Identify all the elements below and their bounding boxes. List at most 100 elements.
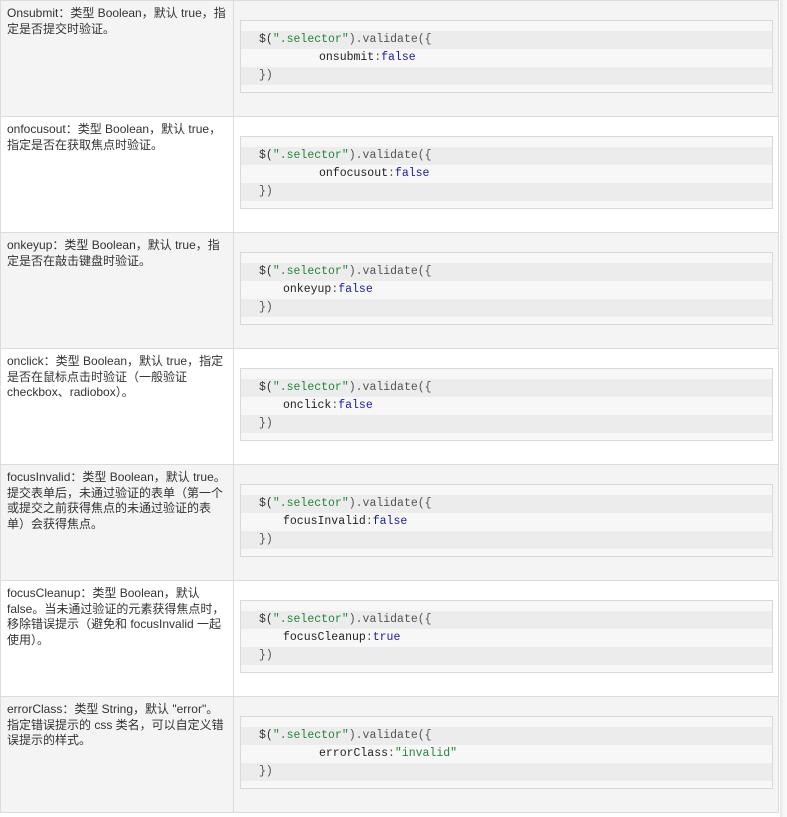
code-line: $(".selector").validate({ bbox=[241, 263, 772, 281]
code-dollar: $( bbox=[259, 729, 273, 742]
code-option-value: false bbox=[372, 515, 408, 528]
option-description: errorClass：类型 String，默认 "error"。指定错误提示的 … bbox=[7, 702, 224, 747]
code-cell: $(".selector").validate({ focusInvalid:f… bbox=[233, 464, 779, 581]
code-colon: : bbox=[388, 747, 395, 760]
description-cell: errorClass：类型 String，默认 "error"。指定错误提示的 … bbox=[0, 696, 234, 813]
code-close: }) bbox=[259, 533, 273, 546]
code-validate-call: ).validate({ bbox=[348, 729, 432, 742]
description-cell: onfocusout：类型 Boolean，默认 true，指定是否在获取焦点时… bbox=[0, 116, 234, 233]
code-close: }) bbox=[259, 649, 273, 662]
code-validate-call: ).validate({ bbox=[348, 149, 432, 162]
option-description: focusCleanup：类型 Boolean，默认 false。当未通过验证的… bbox=[7, 586, 225, 647]
code-colon: : bbox=[365, 515, 373, 528]
code-cell: $(".selector").validate({ onclick:false … bbox=[233, 348, 779, 465]
code-line: onfocusout:false bbox=[241, 165, 772, 183]
code-dollar: $( bbox=[259, 265, 273, 278]
code-close: }) bbox=[259, 765, 273, 778]
code-line: }) bbox=[241, 299, 772, 317]
code-validate-call: ).validate({ bbox=[348, 265, 432, 278]
code-block: $(".selector").validate({ focusInvalid:f… bbox=[240, 484, 773, 557]
code-line: $(".selector").validate({ bbox=[241, 379, 772, 397]
code-option-key: focusInvalid bbox=[283, 515, 366, 528]
code-colon: : bbox=[388, 167, 395, 180]
code-block: $(".selector").validate({ errorClass:"in… bbox=[240, 716, 773, 789]
code-line: }) bbox=[241, 183, 772, 201]
code-close: }) bbox=[259, 185, 273, 198]
code-dollar: $( bbox=[259, 613, 273, 626]
page: Onsubmit：类型 Boolean，默认 true，指定是否提交时验证。 $… bbox=[0, 0, 787, 817]
code-selector-string: ".selector" bbox=[272, 265, 349, 278]
option-description: onclick：类型 Boolean，默认 true，指定是否在鼠标点击时验证（… bbox=[7, 354, 224, 399]
code-line: errorClass:"invalid" bbox=[241, 745, 772, 763]
description-cell: focusCleanup：类型 Boolean，默认 false。当未通过验证的… bbox=[0, 580, 234, 697]
code-option-key: onfocusout bbox=[319, 167, 389, 180]
option-description: onkeyup：类型 Boolean，默认 true，指定是否在敲击键盘时验证。 bbox=[7, 238, 220, 268]
code-dollar: $( bbox=[259, 497, 273, 510]
code-line: onkeyup:false bbox=[241, 281, 772, 299]
table-row: onclick：类型 Boolean，默认 true，指定是否在鼠标点击时验证（… bbox=[0, 348, 779, 465]
code-option-key: onclick bbox=[283, 399, 332, 412]
code-option-key: errorClass bbox=[319, 747, 389, 760]
code-option-key: onsubmit bbox=[319, 51, 375, 64]
code-line: $(".selector").validate({ bbox=[241, 727, 772, 745]
code-dollar: $( bbox=[259, 33, 273, 46]
code-line: focusCleanup:true bbox=[241, 629, 772, 647]
code-block: $(".selector").validate({ onclick:false … bbox=[240, 368, 773, 441]
code-block: $(".selector").validate({ onsubmit:false… bbox=[240, 20, 773, 93]
page-edge-shadow bbox=[780, 0, 787, 817]
table-row: onfocusout：类型 Boolean，默认 true，指定是否在获取焦点时… bbox=[0, 116, 779, 233]
code-validate-call: ).validate({ bbox=[348, 381, 432, 394]
code-cell: $(".selector").validate({ focusCleanup:t… bbox=[233, 580, 779, 697]
code-option-value: "invalid" bbox=[394, 747, 458, 760]
code-cell: $(".selector").validate({ onkeyup:false … bbox=[233, 232, 779, 349]
code-line: $(".selector").validate({ bbox=[241, 31, 772, 49]
option-description: onfocusout：类型 Boolean，默认 true，指定是否在获取焦点时… bbox=[7, 122, 222, 152]
code-close: }) bbox=[259, 417, 273, 430]
code-line: $(".selector").validate({ bbox=[241, 611, 772, 629]
code-line: }) bbox=[241, 531, 772, 549]
code-selector-string: ".selector" bbox=[272, 613, 349, 626]
code-line: $(".selector").validate({ bbox=[241, 495, 772, 513]
code-selector-string: ".selector" bbox=[272, 381, 349, 394]
code-selector-string: ".selector" bbox=[272, 729, 349, 742]
option-description: Onsubmit：类型 Boolean，默认 true，指定是否提交时验证。 bbox=[7, 6, 226, 36]
code-selector-string: ".selector" bbox=[272, 149, 349, 162]
code-line: focusInvalid:false bbox=[241, 513, 772, 531]
code-line: }) bbox=[241, 67, 772, 85]
code-option-value: false bbox=[381, 51, 416, 64]
code-validate-call: ).validate({ bbox=[348, 33, 432, 46]
code-colon: : bbox=[365, 631, 373, 644]
code-selector-string: ".selector" bbox=[272, 497, 349, 510]
table-row: Onsubmit：类型 Boolean，默认 true，指定是否提交时验证。 $… bbox=[0, 0, 779, 117]
code-line: }) bbox=[241, 415, 772, 433]
code-dollar: $( bbox=[259, 381, 273, 394]
code-block: $(".selector").validate({ onfocusout:fal… bbox=[240, 136, 773, 209]
table-row: focusCleanup：类型 Boolean，默认 false。当未通过验证的… bbox=[0, 580, 779, 697]
table-row: focusInvalid：类型 Boolean，默认 true。提交表单后，未通… bbox=[0, 464, 779, 581]
code-option-value: false bbox=[394, 167, 430, 180]
code-line: $(".selector").validate({ bbox=[241, 147, 772, 165]
code-option-key: onkeyup bbox=[283, 283, 332, 296]
code-validate-call: ).validate({ bbox=[348, 613, 432, 626]
options-table: Onsubmit：类型 Boolean，默认 true，指定是否提交时验证。 $… bbox=[0, 0, 779, 813]
code-block: $(".selector").validate({ focusCleanup:t… bbox=[240, 600, 773, 673]
description-cell: onclick：类型 Boolean，默认 true，指定是否在鼠标点击时验证（… bbox=[0, 348, 234, 465]
code-option-value: false bbox=[338, 283, 373, 296]
code-dollar: $( bbox=[259, 149, 273, 162]
code-line: onsubmit:false bbox=[241, 49, 772, 67]
code-close: }) bbox=[259, 69, 273, 82]
code-line: }) bbox=[241, 763, 772, 781]
code-close: }) bbox=[259, 301, 273, 314]
description-cell: Onsubmit：类型 Boolean，默认 true，指定是否提交时验证。 bbox=[0, 0, 234, 117]
code-selector-string: ".selector" bbox=[272, 33, 349, 46]
option-description: focusInvalid：类型 Boolean，默认 true。提交表单后，未通… bbox=[7, 470, 226, 531]
code-cell: $(".selector").validate({ onsubmit:false… bbox=[233, 0, 779, 117]
table-row: errorClass：类型 String，默认 "error"。指定错误提示的 … bbox=[0, 696, 779, 813]
table-row: onkeyup：类型 Boolean，默认 true，指定是否在敲击键盘时验证。… bbox=[0, 232, 779, 349]
code-option-value: true bbox=[372, 631, 401, 644]
code-cell: $(".selector").validate({ onfocusout:fal… bbox=[233, 116, 779, 233]
code-cell: $(".selector").validate({ errorClass:"in… bbox=[233, 696, 779, 813]
description-cell: focusInvalid：类型 Boolean，默认 true。提交表单后，未通… bbox=[0, 464, 234, 581]
code-line: }) bbox=[241, 647, 772, 665]
description-cell: onkeyup：类型 Boolean，默认 true，指定是否在敲击键盘时验证。 bbox=[0, 232, 234, 349]
